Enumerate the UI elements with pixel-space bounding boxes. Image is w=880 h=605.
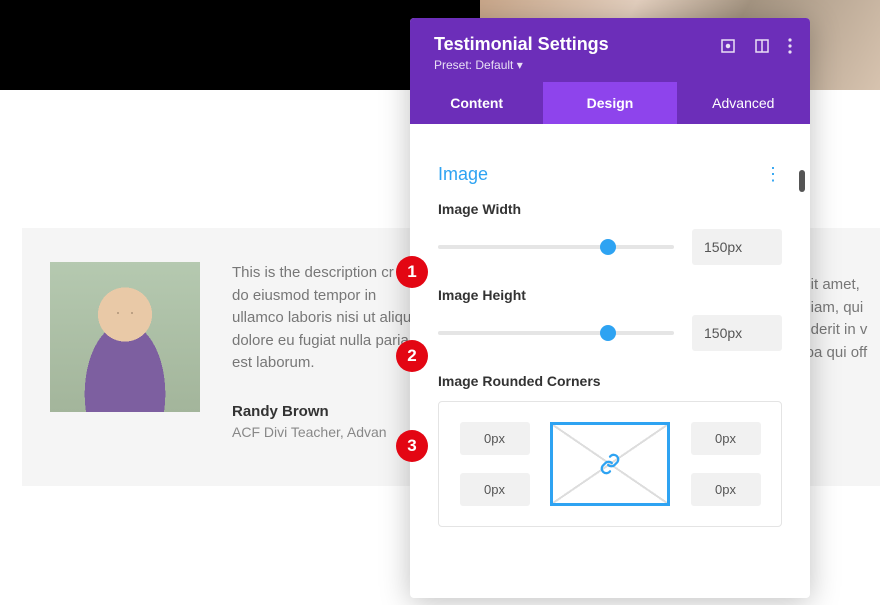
panel-body: Image ⋮ Image Width Image Height: [410, 124, 810, 527]
corner-br-input[interactable]: [691, 473, 761, 506]
image-rounded-corners-label: Image Rounded Corners: [438, 373, 782, 389]
image-width-label: Image Width: [438, 201, 782, 217]
corner-tr-input[interactable]: [691, 422, 761, 455]
tab-content[interactable]: Content: [410, 82, 543, 124]
link-icon: [599, 453, 621, 475]
annotation-badge-2: 2: [396, 340, 428, 372]
background-dark-strip: [0, 0, 480, 90]
annotation-badge-1: 1: [396, 256, 428, 288]
section-image-label[interactable]: Image: [438, 164, 488, 185]
testimonial-author-name: Randy Brown: [232, 403, 432, 420]
testimonial-avatar: [50, 262, 200, 412]
annotation-badge-3: 3: [396, 430, 428, 462]
image-width-slider[interactable]: [438, 245, 674, 249]
rounded-corners-box: [438, 401, 782, 527]
corner-tl-input[interactable]: [460, 422, 530, 455]
image-height-input[interactable]: [692, 315, 782, 351]
image-height-slider-thumb[interactable]: [600, 325, 616, 341]
control-image-corners: Image Rounded Corners: [410, 351, 810, 389]
control-image-height: Image Height: [410, 265, 810, 351]
columns-icon[interactable]: [754, 38, 770, 54]
control-image-width: Image Width: [410, 191, 810, 265]
responsive-icon[interactable]: [720, 38, 736, 54]
corners-link-preview[interactable]: [550, 422, 670, 506]
section-kebab-icon[interactable]: ⋮: [764, 164, 782, 185]
settings-panel: Testimonial Settings Preset: Default ▾ C…: [410, 18, 810, 598]
tab-bar: Content Design Advanced: [410, 82, 810, 124]
image-width-slider-thumb[interactable]: [600, 239, 616, 255]
panel-preset[interactable]: Preset: Default ▾: [434, 58, 790, 72]
more-icon[interactable]: [788, 38, 792, 54]
image-height-slider[interactable]: [438, 331, 674, 335]
image-height-label: Image Height: [438, 287, 782, 303]
image-width-input[interactable]: [692, 229, 782, 265]
tab-design[interactable]: Design: [543, 82, 676, 124]
tab-advanced[interactable]: Advanced: [677, 82, 810, 124]
scrollbar-thumb[interactable]: [799, 170, 805, 192]
panel-header: Testimonial Settings Preset: Default ▾: [410, 18, 810, 82]
corner-bl-input[interactable]: [460, 473, 530, 506]
